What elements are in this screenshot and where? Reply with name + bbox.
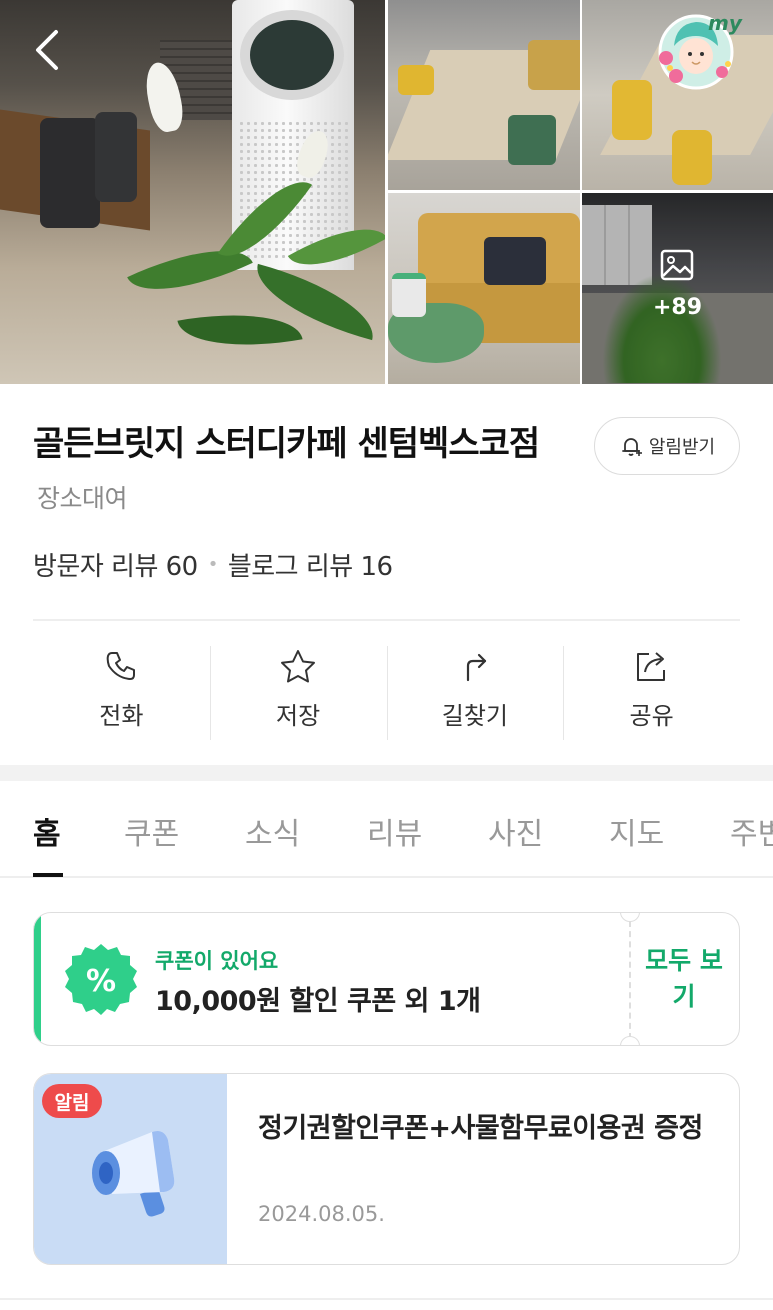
discount-badge-icon: % [65,944,137,1015]
megaphone-icon [92,1131,175,1217]
coupon-notch-bottom [620,1036,640,1045]
coupon-title: 10,000원 할인 쿠폰 외 1개 [155,986,481,1017]
place-title: 골든브릿지 스터디카페 센텀벡스코점 장소대여 [33,418,573,525]
alarm-label: 알림받기 [648,437,716,458]
blog-review-link[interactable]: 블로그 리뷰 16 [228,546,393,583]
tab-bar: 홈 쿠폰 소식 리뷰 사진 지도 주변 [0,781,773,878]
alarm-button[interactable]: 알림받기 [594,417,740,475]
tab-map[interactable]: 지도 [609,809,664,853]
visitor-review-link[interactable]: 방문자 리뷰 60 [33,546,198,583]
tab-coupon[interactable]: 쿠폰 [124,809,179,853]
section-band [0,765,773,781]
call-label: 전화 [99,702,144,730]
notice-card[interactable]: 알림 정기권할인쿠폰+사물함무료이용권 증정 2024.08.05. [33,1073,740,1265]
share-icon [636,652,665,681]
photo-thumbnail-1[interactable] [388,0,580,190]
photo-thumbnail-3[interactable] [388,193,580,384]
coupon-notch-top [620,913,640,922]
share-label: 공유 [629,702,674,730]
divider [33,619,740,621]
coupon-subtitle: 쿠폰이 있어요 [155,949,279,973]
phone-icon [107,652,136,680]
save-button[interactable]: 저장 [209,640,387,744]
notice-tag: 알림 [42,1084,102,1118]
notice-title: 정기권할인쿠폰+사물함무료이용권 증정 [258,1113,703,1144]
action-bar: 전화 저장 길찾기 공유 [33,640,740,744]
tab-home[interactable]: 홈 [33,809,61,853]
coupon-accent-strip [34,913,41,1045]
my-badge-text: my [708,11,743,35]
share-button[interactable]: 공유 [563,640,740,744]
bell-plus-icon [621,438,642,456]
image-icon [660,249,694,281]
directions-button[interactable]: 길찾기 [386,640,564,744]
more-photos-count: +89 [652,295,703,320]
review-summary: 방문자 리뷰 60 • 블로그 리뷰 16 [33,546,393,583]
tab-nearby[interactable]: 주변 [730,809,773,853]
tab-photo[interactable]: 사진 [488,809,543,853]
bottom-divider [0,1298,773,1300]
notice-thumbnail: 알림 [34,1074,227,1264]
call-button[interactable]: 전화 [33,640,210,744]
my-profile-icon[interactable]: my [652,6,748,96]
save-label: 저장 [276,702,321,730]
directions-icon [466,653,486,682]
review-separator: • [207,554,219,575]
discount-symbol: % [86,964,116,999]
tab-active-indicator [33,873,63,877]
tab-review[interactable]: 리뷰 [367,809,422,853]
directions-label: 길찾기 [441,702,508,730]
photo-gallery: +89 my [0,0,773,384]
tab-news[interactable]: 소식 [245,809,300,853]
coupon-dashed-divider [629,921,631,1039]
coupon-view-all-button[interactable]: 모두 보기 [644,943,724,1015]
more-photos-button[interactable] [582,193,773,384]
star-icon [281,650,316,683]
place-name: 골든브릿지 스터디카페 센텀벡스코점 [33,424,540,464]
place-category: 장소대여 [37,484,128,513]
coupon-card[interactable]: % 쿠폰이 있어요 10,000원 할인 쿠폰 외 1개 모두 보기 [33,912,740,1046]
notice-date: 2024.08.05. [258,1202,385,1226]
back-arrow-icon[interactable] [28,28,68,72]
